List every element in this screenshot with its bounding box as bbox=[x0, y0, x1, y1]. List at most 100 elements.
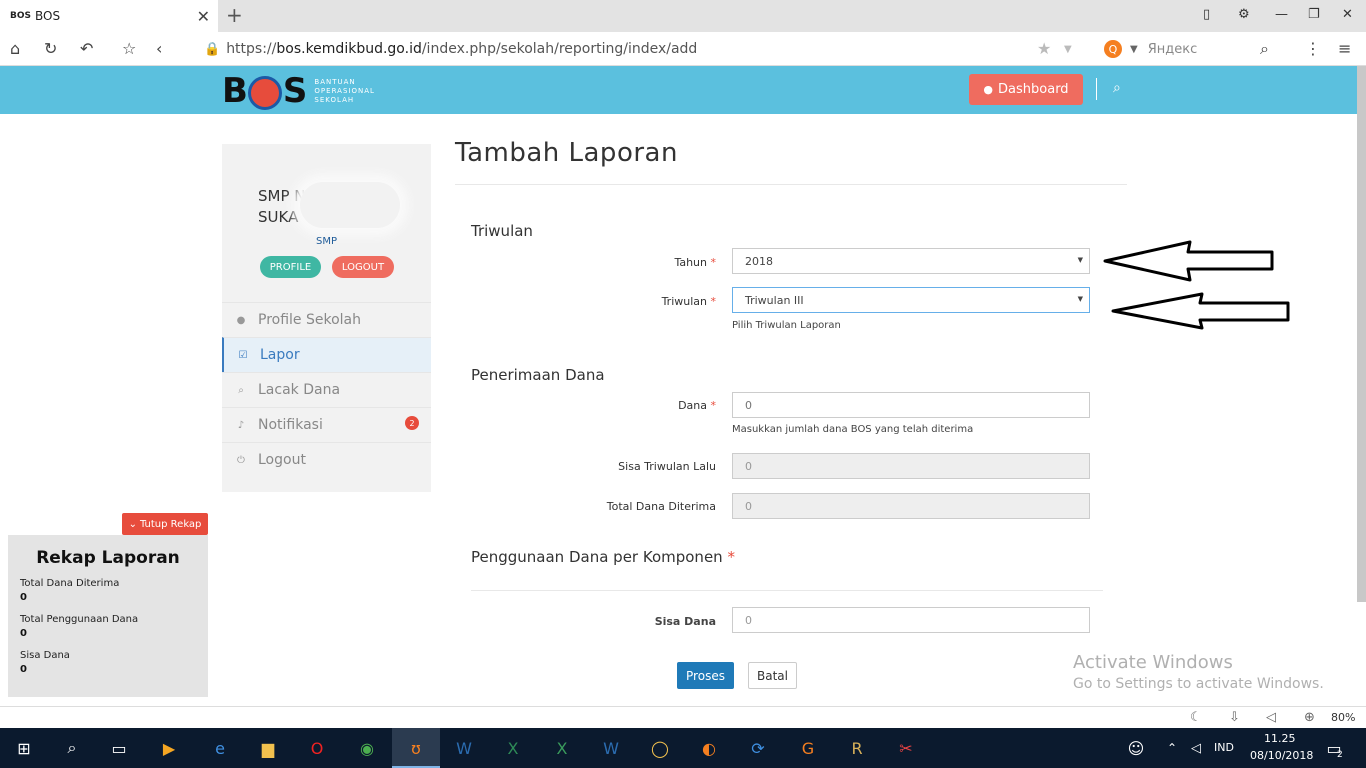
search-icon[interactable]: ⌕ bbox=[1260, 39, 1269, 59]
volume-icon[interactable]: ◁ bbox=[1266, 710, 1276, 725]
yandex-search[interactable]: Q ▼ Яндекс bbox=[1104, 38, 1284, 60]
windows-taskbar: ⊞ ⌕ ▭ ▶ e ▆ O ◉ ʊ W X X W ◯ ◐ ⟳ G R ✂ ☺ … bbox=[0, 728, 1366, 768]
url-field[interactable]: 🔒 https://bos.kemdikbud.go.id/index.php/… bbox=[204, 39, 1084, 59]
rekap-panel: Rekap Laporan Total Dana Diterima 0 Tota… bbox=[8, 535, 208, 697]
section-triwulan-heading: Triwulan bbox=[471, 222, 533, 240]
sisa-dana-label: Sisa Dana bbox=[654, 615, 716, 628]
dana-input[interactable] bbox=[732, 392, 1090, 418]
rekap-label: Total Dana Diterima bbox=[20, 578, 120, 589]
sisa-dana-field[interactable]: 0 bbox=[732, 607, 1090, 633]
windows-start-icon[interactable]: ⊞ bbox=[12, 737, 36, 759]
url-host: bos.kemdikbud.go.id bbox=[276, 41, 422, 57]
chevron-down-icon: ⌄ bbox=[128, 518, 137, 530]
uc-browser-icon[interactable]: ʊ bbox=[404, 737, 428, 759]
address-bar: ⌂ ↻ ↶ ☆ ‹ 🔒 https://bos.kemdikbud.go.id /… bbox=[0, 32, 1366, 66]
sidebar-menu: ● Profile Sekolah ☑ Lapor ⌕ Lacak Dana ♪… bbox=[222, 302, 431, 477]
lock-icon: 🔒 bbox=[204, 41, 221, 57]
tutup-rekap-button[interactable]: ⌄ Tutup Rekap bbox=[122, 513, 208, 535]
opera-icon[interactable]: O bbox=[305, 737, 329, 759]
chrome-icon[interactable]: ◉ bbox=[355, 737, 379, 759]
logout-pill-button[interactable]: LOGOUT bbox=[332, 256, 394, 278]
minimize-icon[interactable]: — bbox=[1275, 7, 1288, 22]
select-caret-icon: ▼ bbox=[1077, 256, 1083, 264]
star-icon[interactable]: ★ bbox=[1037, 39, 1051, 58]
zoom-level[interactable]: 80% bbox=[1331, 711, 1355, 724]
logo-sub-1: BANTUAN bbox=[314, 77, 356, 86]
extensions-icon[interactable]: ⚙ bbox=[1238, 7, 1250, 22]
close-window-icon[interactable]: ✕ bbox=[1342, 7, 1353, 22]
page-title: Tambah Laporan bbox=[455, 138, 678, 168]
undo-icon[interactable]: ↶ bbox=[80, 39, 93, 58]
bos-logo[interactable]: BS BANTUAN OPERASIONAL SEKOLAH bbox=[222, 71, 375, 111]
sidebar: SMP NEGERI SUKA SMP PROFILE LOGOUT ● Pro… bbox=[222, 144, 431, 492]
clock-time[interactable]: 11.25 bbox=[1264, 732, 1296, 745]
triwulan-help-text: Pilih Triwulan Laporan bbox=[732, 320, 841, 331]
user-icon: ● bbox=[983, 83, 994, 96]
ccleaner-icon[interactable]: ✂ bbox=[894, 737, 918, 759]
reload-icon[interactable]: ↻ bbox=[44, 39, 57, 58]
zoom-icon: ⌕ bbox=[238, 384, 244, 396]
excel-icon[interactable]: X bbox=[501, 737, 525, 759]
url-dropdown-icon[interactable]: ▼ bbox=[1064, 44, 1072, 55]
firefox-icon[interactable]: ◐ bbox=[697, 737, 721, 759]
sisa-triwulan-value: 0 bbox=[745, 459, 752, 473]
clock-date[interactable]: 08/10/2018 bbox=[1250, 749, 1313, 762]
batal-button[interactable]: Batal bbox=[748, 662, 797, 689]
activate-windows-title: Activate Windows bbox=[1073, 652, 1233, 673]
people-icon[interactable]: ☺ bbox=[1124, 737, 1148, 759]
more-menu-icon[interactable]: ⋮ bbox=[1305, 39, 1321, 58]
file-explorer-icon[interactable]: ▆ bbox=[256, 737, 280, 759]
close-tab-icon[interactable]: ✕ bbox=[197, 7, 210, 26]
r-app-icon[interactable]: R bbox=[845, 737, 869, 759]
required-mark: * bbox=[710, 256, 717, 269]
page-scrollbar[interactable] bbox=[1357, 66, 1366, 602]
tahun-select[interactable]: 2018 ▼ bbox=[732, 248, 1090, 274]
maximize-icon[interactable]: ❐ bbox=[1308, 7, 1320, 22]
dana-label: Dana * bbox=[678, 399, 716, 412]
edge-browser-icon[interactable]: e bbox=[208, 737, 232, 759]
night-mode-icon[interactable]: ☾ bbox=[1190, 710, 1202, 725]
zoom-in-icon[interactable]: ⊕ bbox=[1304, 710, 1315, 725]
excel-alt-icon[interactable]: X bbox=[550, 737, 574, 759]
header-search-icon[interactable]: ⌕ bbox=[1113, 80, 1121, 96]
sidebar-toggle-icon[interactable]: ▯ bbox=[1203, 7, 1210, 22]
task-view-icon[interactable]: ▭ bbox=[107, 737, 131, 759]
site-header: BS BANTUAN OPERASIONAL SEKOLAH ● Dashboa… bbox=[0, 66, 1366, 114]
search-icon[interactable]: ⌕ bbox=[60, 737, 84, 759]
triwulan-select[interactable]: Triwulan III ▼ bbox=[732, 287, 1090, 313]
hamburger-menu-icon[interactable]: ≡ bbox=[1338, 39, 1351, 58]
yandex-search-icon: Q bbox=[1104, 40, 1122, 58]
select-caret-icon: ▼ bbox=[1077, 295, 1083, 303]
dashboard-button[interactable]: ● Dashboard bbox=[969, 74, 1083, 105]
new-tab-icon[interactable]: + bbox=[226, 3, 243, 27]
tray-chevron-up-icon[interactable]: ⌃ bbox=[1160, 737, 1184, 759]
proses-button[interactable]: Proses bbox=[677, 662, 734, 689]
home-icon[interactable]: ⌂ bbox=[10, 39, 20, 58]
sidebar-item-profile-sekolah[interactable]: ● Profile Sekolah bbox=[222, 302, 431, 337]
power-icon: ⏻ bbox=[237, 454, 245, 466]
language-indicator[interactable]: IND bbox=[1214, 741, 1234, 754]
triwulan-label-text: Triwulan bbox=[661, 295, 707, 308]
url-path: /index.php/sekolah/reporting/index/add bbox=[421, 41, 698, 57]
pdf-app-icon[interactable]: G bbox=[796, 737, 820, 759]
search-engine-chevron-icon[interactable]: ▼ bbox=[1130, 44, 1138, 55]
tahun-selected-value: 2018 bbox=[745, 254, 773, 268]
sidebar-item-lapor[interactable]: ☑ Lapor bbox=[222, 337, 431, 372]
sync-app-icon[interactable]: ⟳ bbox=[746, 737, 770, 759]
sidebar-item-logout[interactable]: ⏻ Logout bbox=[222, 442, 431, 477]
app-circle-icon[interactable]: ◯ bbox=[648, 737, 672, 759]
wps-writer-icon[interactable]: W bbox=[599, 737, 623, 759]
bookmark-icon[interactable]: ☆ bbox=[122, 39, 136, 58]
word-icon[interactable]: W bbox=[452, 737, 476, 759]
download-icon[interactable]: ⇩ bbox=[1229, 710, 1240, 725]
bos-favicon-icon: BOS bbox=[10, 11, 31, 21]
sidebar-item-notifikasi[interactable]: ♪ Notifikasi 2 bbox=[222, 407, 431, 442]
media-player-icon[interactable]: ▶ bbox=[157, 737, 181, 759]
tahun-label-text: Tahun bbox=[674, 256, 707, 269]
profile-button[interactable]: PROFILE bbox=[260, 256, 321, 278]
sidebar-item-lacak-dana[interactable]: ⌕ Lacak Dana bbox=[222, 372, 431, 407]
total-dana-value: 0 bbox=[745, 499, 752, 513]
volume-icon[interactable]: ◁ bbox=[1184, 737, 1208, 759]
back-icon[interactable]: ‹ bbox=[156, 39, 162, 58]
browser-tab[interactable]: BOS BOS ✕ bbox=[0, 0, 218, 32]
